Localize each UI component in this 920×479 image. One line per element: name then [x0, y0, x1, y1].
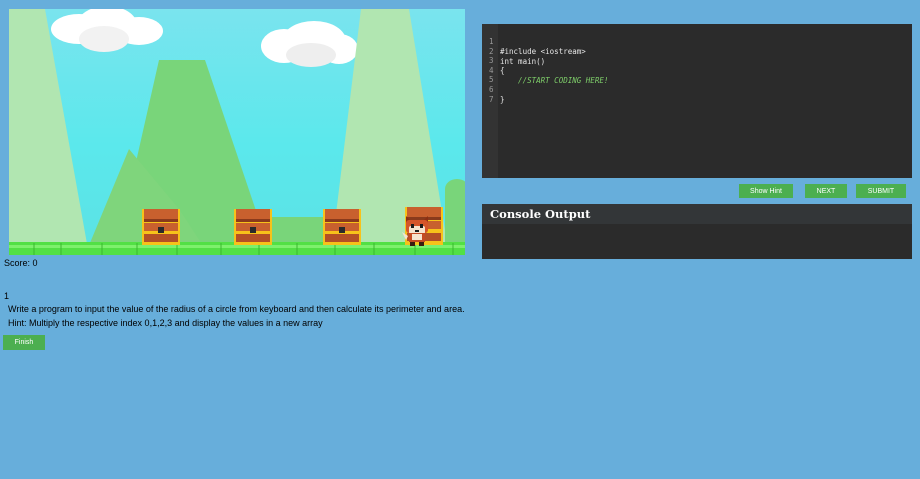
code-text[interactable]: int main()	[500, 57, 545, 67]
code-comment[interactable]: //START CODING HERE!	[500, 76, 608, 86]
cloud-right	[261, 21, 358, 67]
next-button[interactable]: NEXT	[805, 184, 847, 198]
score-label: Score: 0	[4, 258, 38, 268]
finish-button[interactable]: Finish	[3, 335, 45, 350]
submit-button[interactable]: SUBMIT	[856, 184, 906, 198]
task-question: Write a program to input the value of th…	[8, 304, 465, 314]
mountain-left	[9, 9, 89, 255]
treasure-chest-3[interactable]	[322, 207, 362, 247]
code-line[interactable]: 7	[482, 85, 500, 104]
fox-player-icon[interactable]	[402, 214, 432, 246]
code-text[interactable]: {	[500, 66, 505, 76]
console-header: Console Output	[482, 204, 912, 224]
code-text[interactable]: #include <iostream>	[500, 47, 586, 57]
line-number: 7	[489, 95, 494, 104]
cloud-left	[51, 9, 163, 52]
treasure-chest-2[interactable]	[233, 207, 273, 247]
code-editor[interactable]: 1 #include <iostream> 2 int main() 3 { 4…	[482, 24, 912, 178]
console-panel: Console Output	[482, 204, 912, 259]
level-number: 1	[4, 291, 10, 301]
treasure-chest-1[interactable]	[141, 207, 181, 247]
show-hint-button[interactable]: Show Hint	[739, 184, 793, 198]
code-line[interactable]: 5	[482, 65, 500, 84]
game-canvas[interactable]	[9, 9, 465, 255]
task-hint: Hint: Multiply the respective index 0,1,…	[8, 318, 323, 328]
code-line[interactable]: 1 #include <iostream>	[482, 27, 586, 56]
code-line[interactable]: 3 {	[482, 46, 505, 75]
console-title: Console Output	[490, 207, 591, 221]
code-line[interactable]: 6 }	[482, 75, 505, 104]
code-text[interactable]: }	[500, 95, 505, 105]
